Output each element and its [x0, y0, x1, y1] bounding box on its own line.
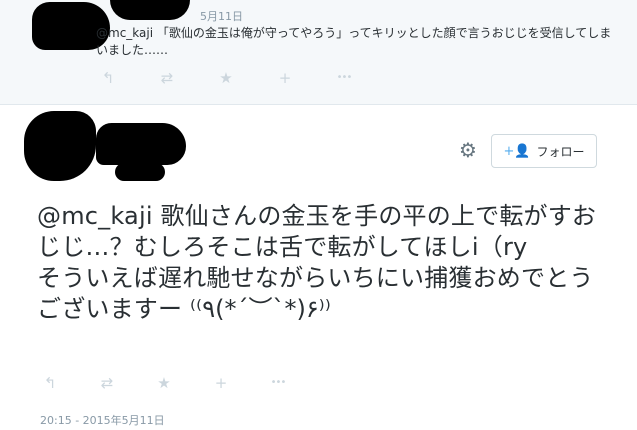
- reply-icon[interactable]: ↰: [98, 68, 118, 88]
- reply-date[interactable]: 5月11日: [200, 8, 243, 24]
- gear-icon[interactable]: ⚙: [457, 139, 479, 161]
- follow-user-icon[interactable]: +: [211, 373, 231, 393]
- follow-button[interactable]: +👤 フォロー: [491, 134, 597, 168]
- main-tweet: ⚙ +👤 フォロー @mc_kaji 歌仙さんの金玉を手の平の上で転がすおじじ……: [0, 105, 637, 430]
- favorite-icon[interactable]: ★: [154, 373, 174, 393]
- redacted-avatar: [24, 111, 96, 181]
- redacted-handle: [115, 163, 165, 181]
- follow-user-icon[interactable]: +: [275, 68, 295, 88]
- reply-icon[interactable]: ↰: [40, 373, 60, 393]
- favorite-icon[interactable]: ★: [216, 68, 236, 88]
- main-tweet-text: @mc_kaji 歌仙さんの金玉を手の平の上で転がすおじじ…？むしろそこは舌で転…: [37, 202, 597, 323]
- more-icon[interactable]: •••: [334, 68, 354, 88]
- reply-tweet-text: @mc_kaji 「歌仙の金玉は俺が守ってやろう」ってキリッとした顔で言うおじじ…: [96, 26, 612, 57]
- tweet-timestamp[interactable]: 20:15 - 2015年5月11日: [40, 412, 165, 428]
- more-icon[interactable]: •••: [268, 373, 288, 393]
- main-action-bar: ↰ ⇄ ★ + •••: [40, 373, 325, 393]
- redacted-name: [110, 0, 190, 20]
- follow-button-label: フォロー: [536, 144, 585, 159]
- reply-action-bar: ↰ ⇄ ★ + •••: [98, 68, 393, 88]
- retweet-icon[interactable]: ⇄: [157, 68, 177, 88]
- redacted-name: [96, 123, 186, 165]
- reply-tweet: 5月11日 @mc_kaji 「歌仙の金玉は俺が守ってやろう」ってキリッとした顔…: [0, 0, 637, 105]
- add-user-icon: +👤: [503, 143, 531, 159]
- retweet-icon[interactable]: ⇄: [97, 373, 117, 393]
